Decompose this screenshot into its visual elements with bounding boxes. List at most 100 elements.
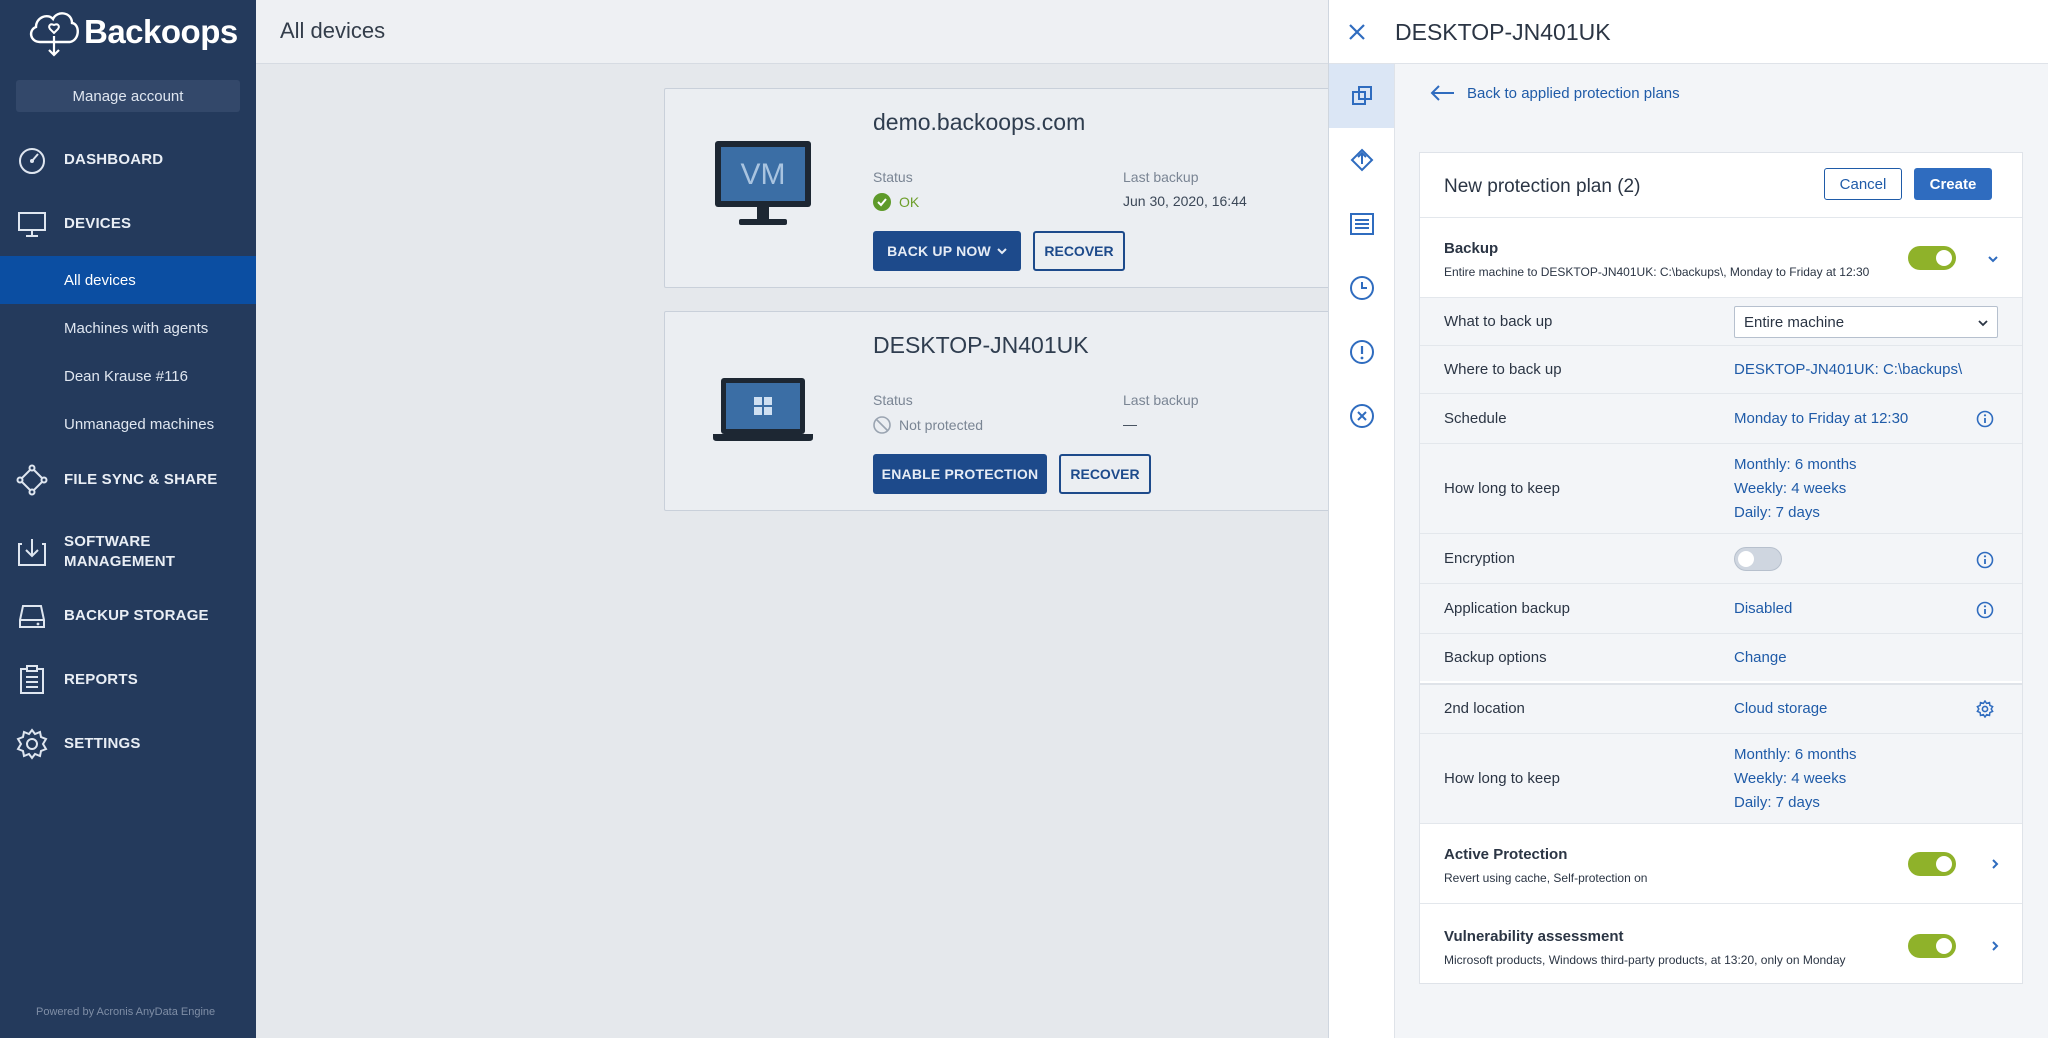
cancel-button[interactable]: Cancel	[1824, 168, 1902, 200]
chevron-right-icon[interactable]	[1988, 857, 2002, 871]
recover-button[interactable]: RECOVER	[1059, 454, 1151, 494]
not-protected-icon	[873, 416, 891, 434]
create-button[interactable]: Create	[1914, 168, 1992, 200]
nav-software-management[interactable]: SOFTWARE MANAGEMENT	[0, 532, 256, 572]
row-label: Application backup	[1444, 600, 1570, 617]
tab-delete[interactable]	[1329, 384, 1394, 448]
app-name: Backoops	[84, 13, 238, 50]
info-icon[interactable]	[1976, 551, 1994, 569]
what-to-back-up-select[interactable]: Entire machine	[1734, 306, 1998, 338]
nav-label-line2: MANAGEMENT	[64, 553, 176, 570]
active-protection-title: Active Protection	[1444, 846, 1568, 863]
retention-weekly[interactable]: Weekly: 4 weeks	[1734, 770, 1846, 787]
nav-dashboard[interactable]: DASHBOARD	[0, 144, 256, 176]
application-backup-link[interactable]: Disabled	[1734, 600, 1792, 617]
row-retention: How long to keep Monthly: 6 months Weekl…	[1420, 443, 2022, 533]
active-protection-toggle[interactable]	[1908, 852, 1956, 876]
retention-weekly[interactable]: Weekly: 4 weeks	[1734, 480, 1846, 497]
device-card[interactable]: VM demo.backoops.com Status OK Last back…	[664, 88, 1364, 288]
alert-icon	[1349, 340, 1374, 364]
nav-devices[interactable]: DEVICES	[0, 208, 256, 240]
nav-sub-machines-with-agents[interactable]: Machines with agents	[0, 304, 256, 352]
retention-daily[interactable]: Daily: 7 days	[1734, 504, 1820, 521]
tab-activities[interactable]	[1329, 192, 1394, 256]
row-retention-second: How long to keep Monthly: 6 months Weekl…	[1420, 733, 2022, 823]
nav-reports[interactable]: REPORTS	[0, 664, 256, 696]
active-protection-summary: Revert using cache, Self-protection on	[1444, 871, 1648, 885]
info-icon[interactable]	[1976, 410, 1994, 428]
vulnerability-assessment-module[interactable]: Vulnerability assessment Microsoft produ…	[1420, 903, 2022, 983]
encryption-toggle[interactable]	[1734, 547, 1782, 571]
page-title: All devices	[280, 18, 386, 43]
backup-module[interactable]: Backup Entire machine to DESKTOP-JN401UK…	[1420, 217, 2022, 297]
app-logo[interactable]: Backoops	[26, 6, 238, 58]
vulnerability-summary: Microsoft products, Windows third-party …	[1444, 953, 1846, 967]
delete-circle-icon	[1349, 404, 1374, 428]
device-details-panel: DESKTOP-JN401UK Back to applied protecti…	[1328, 0, 2048, 1038]
tab-recovery[interactable]	[1329, 128, 1394, 192]
status-text: OK	[899, 194, 920, 210]
nav-label: DASHBOARD	[64, 151, 164, 168]
row-label: 2nd location	[1444, 700, 1525, 717]
vm-label: VM	[741, 158, 786, 191]
device-card[interactable]: DESKTOP-JN401UK Status Not protected Las…	[664, 311, 1364, 511]
nav-file-sync-share[interactable]: FILE SYNC & SHARE	[0, 464, 256, 496]
backup-toggle[interactable]	[1908, 246, 1956, 270]
last-backup-value: Jun 30, 2020, 16:44	[1123, 193, 1247, 209]
row-label: How long to keep	[1444, 480, 1560, 497]
plan-title[interactable]: New protection plan (2)	[1444, 176, 1640, 198]
back-up-now-button[interactable]: BACK UP NOW	[873, 231, 1021, 271]
nav-label: BACKUP STORAGE	[64, 607, 209, 624]
gear-icon[interactable]	[1976, 700, 1994, 718]
laptop-windows-icon	[713, 376, 813, 451]
status-label: Status	[873, 392, 913, 408]
row-label: Backup options	[1444, 649, 1547, 666]
nav-backup-storage[interactable]: BACKUP STORAGE	[0, 600, 256, 632]
row-label: How long to keep	[1444, 770, 1560, 787]
cloud-logo-icon	[29, 12, 79, 57]
vulnerability-toggle[interactable]	[1908, 934, 1956, 958]
retention-daily[interactable]: Daily: 7 days	[1734, 794, 1820, 811]
back-to-plans-link[interactable]: Back to applied protection plans	[1429, 84, 1680, 102]
enable-protection-button[interactable]: ENABLE PROTECTION	[873, 454, 1047, 494]
dashboard-icon	[16, 144, 48, 176]
last-backup-label: Last backup	[1123, 392, 1199, 408]
chevron-right-icon[interactable]	[1988, 939, 2002, 953]
tab-protection[interactable]	[1329, 64, 1394, 128]
device-name[interactable]: DESKTOP-JN401UK	[873, 332, 1089, 359]
status-text: Not protected	[899, 417, 984, 433]
row-where-to-back-up: Where to back up DESKTOP-JN401UK: C:\bac…	[1420, 345, 2022, 393]
recovery-icon	[1350, 148, 1373, 172]
tab-schedule[interactable]	[1329, 256, 1394, 320]
manage-account-button[interactable]: Manage account	[16, 80, 240, 112]
nav-sub-group[interactable]: Dean Krause #116	[0, 352, 256, 400]
ok-check-icon	[873, 193, 891, 211]
gear-icon	[16, 728, 48, 760]
row-what-to-back-up: What to back up Entire machine	[1420, 297, 2022, 345]
info-icon[interactable]	[1976, 601, 1994, 619]
backup-options-link[interactable]: Change	[1734, 649, 1787, 666]
status-label: Status	[873, 169, 913, 185]
monitor-icon	[16, 208, 48, 240]
panel-tab-rail	[1329, 64, 1395, 1038]
where-to-back-up-link[interactable]: DESKTOP-JN401UK: C:\backups\	[1734, 361, 1962, 378]
close-icon[interactable]	[1341, 16, 1373, 48]
tab-alerts[interactable]	[1329, 320, 1394, 384]
active-protection-module[interactable]: Active Protection Revert using cache, Se…	[1420, 823, 2022, 903]
nav-sub-unmanaged-machines[interactable]: Unmanaged machines	[0, 400, 256, 448]
nav-settings[interactable]: SETTINGS	[0, 728, 256, 760]
chevron-down-icon	[997, 248, 1007, 255]
device-name[interactable]: demo.backoops.com	[873, 109, 1085, 136]
clipboard-icon	[16, 664, 48, 696]
schedule-link[interactable]: Monday to Friday at 12:30	[1734, 410, 1908, 427]
chevron-down-icon[interactable]	[1986, 252, 2000, 266]
retention-monthly[interactable]: Monthly: 6 months	[1734, 456, 1857, 473]
chevron-down-icon	[1978, 320, 1988, 327]
download-box-icon	[16, 536, 48, 568]
last-backup-value: —	[1123, 416, 1137, 432]
second-location-link[interactable]: Cloud storage	[1734, 700, 1827, 717]
retention-monthly[interactable]: Monthly: 6 months	[1734, 746, 1857, 763]
select-value: Entire machine	[1744, 313, 1845, 331]
recover-button[interactable]: RECOVER	[1033, 231, 1125, 271]
nav-sub-all-devices[interactable]: All devices	[0, 256, 256, 304]
